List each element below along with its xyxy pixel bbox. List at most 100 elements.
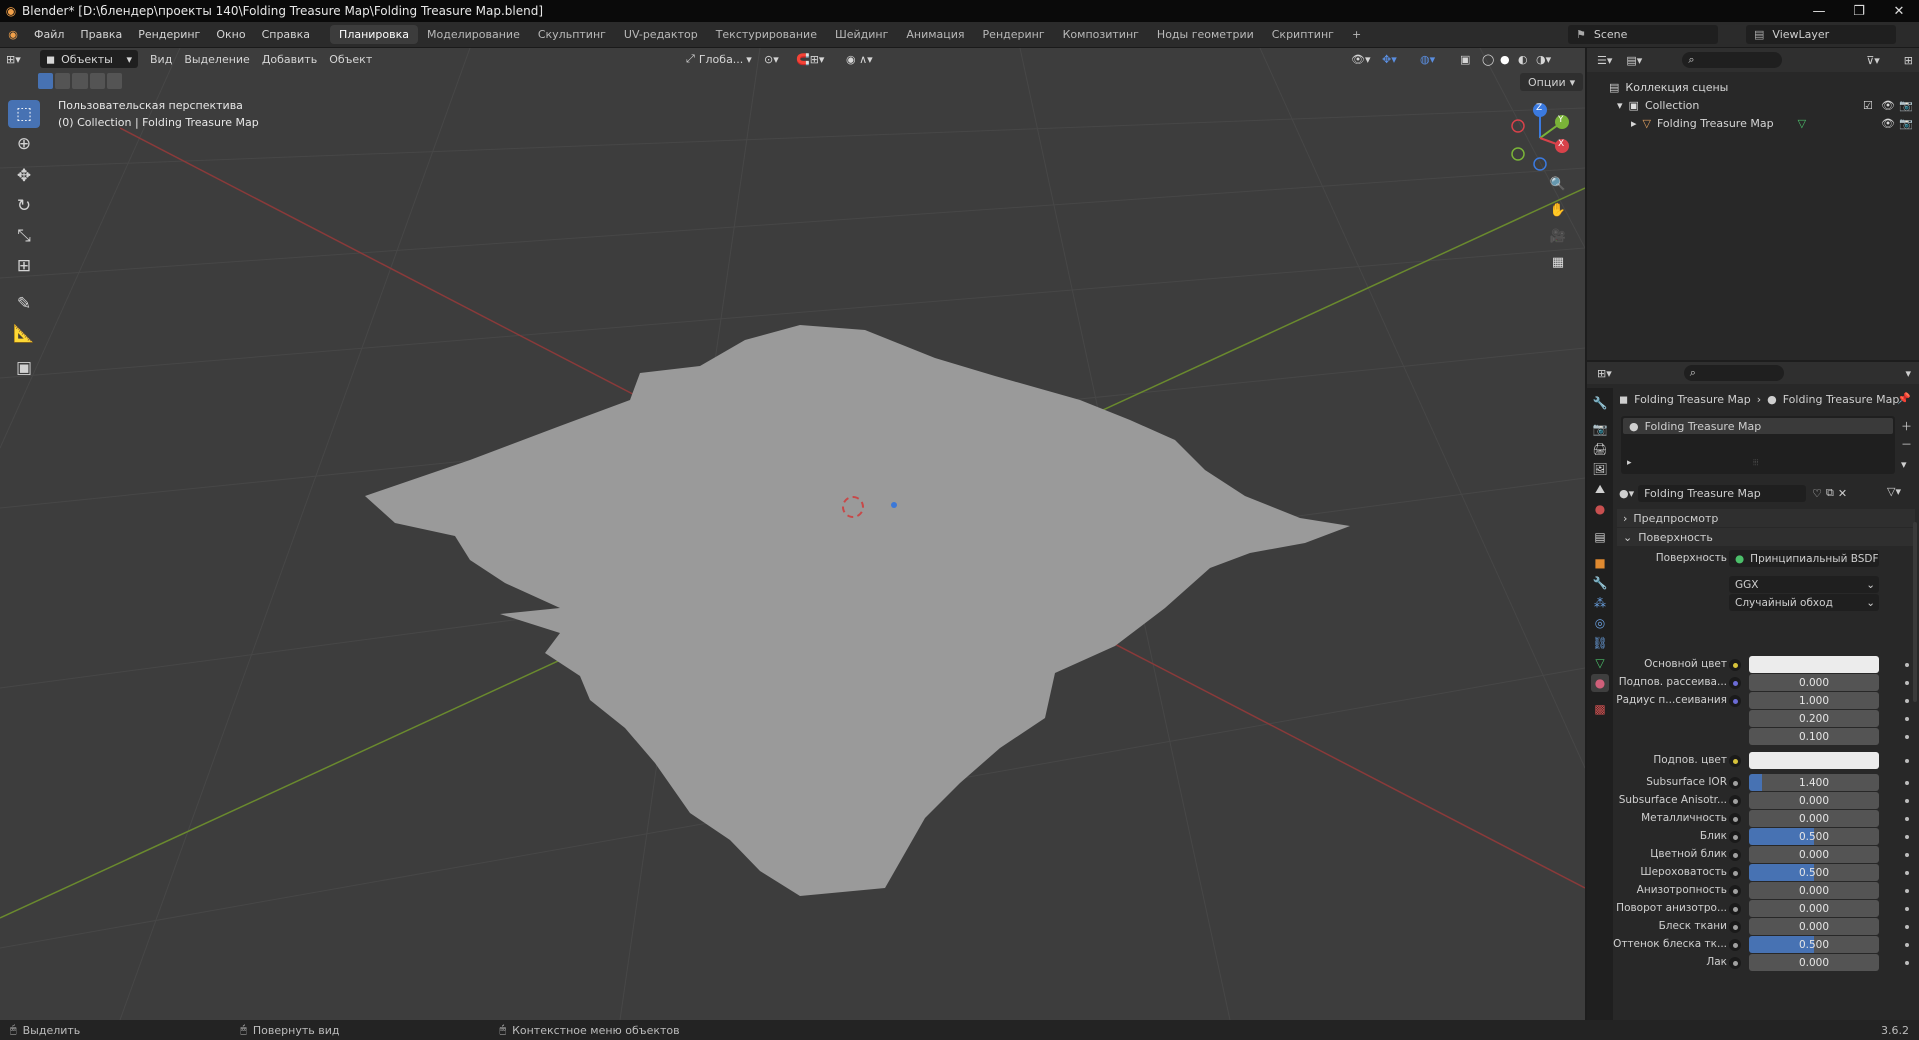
menu-select[interactable]: Выделение: [178, 50, 256, 68]
tab-scripting[interactable]: Скриптинг: [1263, 25, 1343, 44]
surface-shader-selector[interactable]: ● Принципиальный BSDF: [1729, 550, 1879, 567]
expand-arrow-icon[interactable]: ▸: [1627, 458, 1632, 468]
surface-panel-header[interactable]: ⌄ Поверхность: [1617, 528, 1915, 546]
pan-hand-icon[interactable]: ✋: [1546, 198, 1570, 222]
3d-cursor-icon[interactable]: [842, 496, 864, 518]
scale-tool-icon[interactable]: ⤡: [8, 222, 40, 250]
tab-rendering[interactable]: Рендеринг: [974, 25, 1054, 44]
mode-selector[interactable]: ◼ Объекты ▾: [40, 50, 138, 68]
select-invert-icon[interactable]: [89, 73, 105, 89]
tool-tab-icon[interactable]: 🔧: [1591, 394, 1609, 412]
menu-object[interactable]: Объект: [323, 50, 378, 68]
annotate-tool-icon[interactable]: ✎: [8, 290, 40, 318]
scene-tab-icon[interactable]: ⛰: [1591, 480, 1609, 498]
outliner-row-scene-collection[interactable]: ▤ Коллекция сцены: [1587, 78, 1919, 96]
checkbox-icon[interactable]: ☑: [1863, 99, 1873, 112]
new-collection-icon[interactable]: ⊞: [1904, 54, 1913, 67]
collapse-arrow-icon[interactable]: ▾: [1617, 99, 1623, 112]
keyframe-dot-icon[interactable]: [1905, 817, 1909, 821]
chevron-down-icon[interactable]: ▾: [1905, 367, 1911, 380]
world-tab-icon[interactable]: ●: [1591, 500, 1609, 518]
eye-icon[interactable]: 👁: [1881, 99, 1895, 112]
menu-window[interactable]: Окно: [208, 28, 253, 41]
menu-help[interactable]: Справка: [254, 28, 318, 41]
gizmo-toggle-icon[interactable]: ✥▾: [1376, 50, 1403, 68]
socket-link-icon[interactable]: [1729, 813, 1741, 825]
viewport-3d[interactable]: ⬚ ⊕ ✥ ↻ ⤡ ⊞ ✎ 📐 ▣ Пользовательская персп…: [0, 48, 1585, 1020]
slot-menu-chevron-icon[interactable]: ▾: [1901, 458, 1907, 471]
socket-link-icon[interactable]: [1729, 849, 1741, 861]
number-field[interactable]: 0.000: [1749, 900, 1879, 917]
socket-link-icon[interactable]: [1729, 957, 1741, 969]
tab-shading[interactable]: Шейдинг: [826, 25, 897, 44]
constraints-tab-icon[interactable]: ⛓: [1591, 634, 1609, 652]
keyframe-dot-icon[interactable]: [1905, 799, 1909, 803]
perspective-grid-icon[interactable]: ▦: [1546, 250, 1570, 274]
outliner-row-collection[interactable]: ▾ ▣ Collection ☑ 👁 📷: [1587, 96, 1919, 114]
material-slot-item[interactable]: ● Folding Treasure Map: [1623, 418, 1893, 434]
outliner-row-object[interactable]: ▸ ▽ Folding Treasure Map ▽ 👁 📷: [1587, 114, 1919, 132]
expand-arrow-icon[interactable]: ▸: [1631, 117, 1637, 130]
xray-icon[interactable]: ▣: [1454, 50, 1476, 68]
view-layer-tab-icon[interactable]: 🖼: [1591, 460, 1609, 478]
fake-user-icon[interactable]: ♡: [1812, 487, 1822, 500]
view-layer-selector[interactable]: ▤ ViewLayer: [1746, 25, 1896, 44]
keyframe-dot-icon[interactable]: [1905, 759, 1909, 763]
material-name-field[interactable]: Folding Treasure Map: [1638, 484, 1807, 502]
color-swatch[interactable]: [1749, 752, 1879, 769]
socket-link-icon[interactable]: [1729, 677, 1741, 689]
menu-render[interactable]: Рендеринг: [130, 28, 208, 41]
visibility-icon[interactable]: 👁▾: [1345, 50, 1377, 68]
restore-icon[interactable]: ❐: [1839, 0, 1879, 22]
tab-layout[interactable]: Планировка: [330, 25, 419, 44]
add-cube-tool-icon[interactable]: ▣: [8, 354, 40, 382]
particles-tab-icon[interactable]: ⁂: [1591, 594, 1609, 612]
treasure-map-mesh[interactable]: [365, 325, 1350, 896]
number-field[interactable]: 0.200: [1749, 710, 1879, 727]
keyframe-dot-icon[interactable]: [1905, 735, 1909, 739]
eye-icon[interactable]: 👁: [1881, 117, 1895, 130]
proportional-edit-icon[interactable]: ◉ ∧▾: [840, 50, 879, 68]
number-field[interactable]: 0.000: [1749, 846, 1879, 863]
socket-link-icon[interactable]: [1729, 695, 1741, 707]
distribution-dropdown[interactable]: GGX ⌄: [1729, 576, 1879, 593]
keyframe-dot-icon[interactable]: [1905, 925, 1909, 929]
select-intersect-icon[interactable]: [106, 73, 123, 89]
render-tab-icon[interactable]: 📷: [1591, 420, 1609, 438]
menu-add[interactable]: Добавить: [256, 50, 323, 68]
keyframe-dot-icon[interactable]: [1905, 907, 1909, 911]
options-dropdown[interactable]: Опции ▾: [1520, 73, 1584, 91]
number-field[interactable]: 0.500: [1749, 864, 1879, 881]
socket-link-icon[interactable]: [1729, 831, 1741, 843]
socket-link-icon[interactable]: [1729, 885, 1741, 897]
measure-tool-icon[interactable]: 📐: [8, 320, 40, 348]
socket-link-icon[interactable]: [1729, 921, 1741, 933]
keyframe-dot-icon[interactable]: [1905, 835, 1909, 839]
scene-selector[interactable]: ⚑ Scene: [1568, 25, 1718, 44]
socket-link-icon[interactable]: [1729, 659, 1741, 671]
socket-link-icon[interactable]: [1729, 903, 1741, 915]
editor-type-icon[interactable]: ⊞▾: [0, 50, 40, 68]
keyframe-dot-icon[interactable]: [1905, 717, 1909, 721]
properties-scrollbar[interactable]: [1913, 522, 1917, 702]
pin-icon[interactable]: 📌: [1897, 392, 1911, 405]
tab-compositing[interactable]: Композитинг: [1054, 25, 1148, 44]
outliner-search-input[interactable]: ⌕: [1682, 52, 1783, 68]
keyframe-dot-icon[interactable]: [1905, 943, 1909, 947]
modifier-tab-icon[interactable]: 🔧: [1591, 574, 1609, 592]
keyframe-dot-icon[interactable]: [1905, 853, 1909, 857]
number-field[interactable]: 0.000: [1749, 792, 1879, 809]
cursor-tool-icon[interactable]: ⊕: [8, 130, 40, 158]
navigation-gizmo[interactable]: Z Y X: [1500, 98, 1580, 178]
menu-view[interactable]: Вид: [144, 50, 178, 68]
add-workspace-button[interactable]: +: [1343, 25, 1370, 44]
number-field[interactable]: 0.000: [1749, 810, 1879, 827]
camera-icon[interactable]: 📷: [1899, 99, 1913, 112]
tab-texture-paint[interactable]: Текстурирование: [707, 25, 826, 44]
tab-uv-editing[interactable]: UV-редактор: [615, 25, 707, 44]
rendered-shading-icon[interactable]: ◑▾: [1530, 50, 1557, 68]
tab-modeling[interactable]: Моделирование: [418, 25, 529, 44]
transform-orientation-selector[interactable]: ⤢ Глоба... ▾: [680, 50, 758, 68]
unlink-material-icon[interactable]: ✕: [1838, 487, 1847, 500]
select-subtract-icon[interactable]: [72, 73, 88, 89]
